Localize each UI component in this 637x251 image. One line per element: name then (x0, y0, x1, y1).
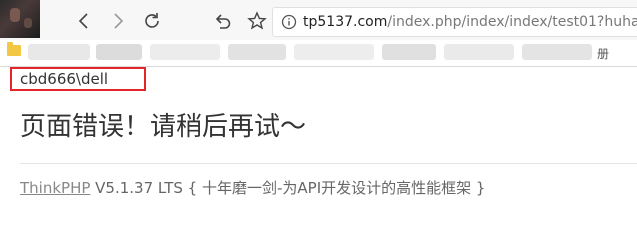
reload-icon (142, 11, 162, 31)
arrow-left-icon (76, 12, 92, 30)
bookmarks-bar: 册 (0, 40, 637, 67)
reload-button[interactable] (140, 9, 164, 33)
undo-button[interactable] (211, 9, 235, 33)
url-host: tp5137.com (303, 14, 388, 30)
version-text: V5.1.37 LTS { 十年磨一剑-为API开发设计的高性能框架 } (90, 179, 486, 197)
bookmark-label-cut[interactable]: 册 (597, 45, 609, 62)
star-icon (247, 11, 267, 31)
blurred-bookmark[interactable] (28, 44, 90, 60)
address-bar[interactable]: tp5137.com/index.php/index/index/test01?… (272, 7, 637, 37)
info-icon[interactable] (281, 14, 297, 30)
divider (20, 163, 637, 164)
blurred-bookmark[interactable] (96, 44, 142, 60)
blurred-bookmark[interactable] (444, 44, 514, 60)
folder-icon[interactable] (7, 42, 21, 56)
browser-toolbar: tp5137.com/index.php/index/index/test01?… (0, 0, 637, 40)
forward-button[interactable] (106, 9, 130, 33)
url-text[interactable]: tp5137.com/index.php/index/index/test01?… (303, 14, 637, 30)
blurred-bookmark[interactable] (522, 44, 592, 60)
blurred-bookmark[interactable] (150, 44, 220, 60)
framework-footer: ThinkPHP V5.1.37 LTS { 十年磨一剑-为API开发设计的高性… (20, 177, 485, 198)
bookmark-star-button[interactable] (245, 9, 269, 33)
debug-output-highlight: cbd666\dell (10, 67, 146, 91)
arrow-right-icon (110, 12, 126, 30)
error-title: 页面错误！请稍后再试～ (20, 112, 307, 142)
blurred-bookmark[interactable] (228, 44, 286, 60)
back-button[interactable] (72, 9, 96, 33)
thinkphp-link[interactable]: ThinkPHP (20, 179, 90, 197)
undo-icon (213, 11, 233, 31)
blurred-bookmark[interactable] (294, 44, 374, 60)
profile-avatar[interactable] (0, 0, 40, 38)
debug-output-text: cbd666\dell (20, 70, 109, 88)
url-path: /index.php/index/index/test01?huha[] (387, 14, 637, 30)
blurred-bookmark[interactable] (382, 44, 436, 60)
